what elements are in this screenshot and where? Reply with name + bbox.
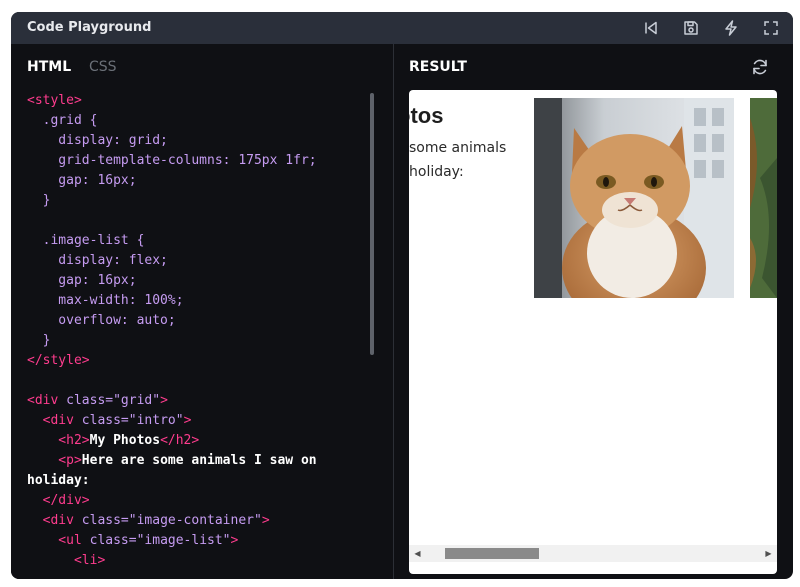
panel-divider[interactable]	[393, 44, 394, 579]
code-line: <div class="intro">	[27, 411, 367, 431]
code-playground-window: Code Playground HTML CSS <style> .grid {…	[11, 12, 793, 579]
code-token: class=	[81, 413, 129, 428]
code-token: class=	[66, 393, 114, 408]
result-preview: otos some animals holiday:	[409, 90, 777, 574]
code-line: }	[27, 191, 367, 211]
code-token: : 175px 1fr;	[222, 153, 317, 168]
code-token: max-width	[27, 293, 129, 308]
tab-html[interactable]: HTML	[27, 59, 71, 75]
code-token: "grid"	[113, 393, 161, 408]
code-token: display	[27, 253, 114, 268]
code-token: class=	[81, 513, 129, 528]
code-token: "image-container"	[128, 513, 262, 528]
code-token: display	[27, 133, 114, 148]
preview-heading: otos	[409, 103, 444, 128]
editor-scrollbar[interactable]	[370, 93, 374, 355]
code-token: <p>	[27, 453, 82, 468]
code-token: >	[183, 413, 192, 428]
code-token: overflow	[27, 313, 121, 328]
code-editor[interactable]: <style> .grid { display: grid; grid-temp…	[27, 91, 367, 571]
code-token: : 16px;	[81, 173, 137, 188]
code-line: .grid {	[27, 111, 367, 131]
scroll-left-icon[interactable]: ◀	[413, 549, 422, 558]
result-title: RESULT	[409, 59, 467, 75]
code-line: <li>	[27, 551, 367, 571]
skip-back-icon[interactable]	[642, 19, 660, 37]
code-token: My Photos	[89, 433, 161, 448]
code-line: </div>	[27, 491, 367, 511]
code-token: <div	[27, 513, 82, 528]
refresh-icon[interactable]	[750, 57, 770, 77]
app-title: Code Playground	[27, 20, 152, 35]
code-token: Here are some animals I saw on	[81, 453, 317, 468]
animal-photo	[750, 98, 777, 298]
code-token: : grid;	[113, 133, 168, 148]
code-line: <ul class="image-list">	[27, 531, 367, 551]
save-icon[interactable]	[682, 19, 700, 37]
code-token: "intro"	[128, 413, 184, 428]
code-token: }	[27, 333, 51, 348]
code-token: >	[160, 393, 168, 408]
code-line: <p>Here are some animals I saw on	[27, 451, 367, 471]
code-token: .grid {	[27, 113, 98, 128]
code-token: holiday:	[27, 473, 90, 488]
code-line: <h2>My Photos</h2>	[27, 431, 367, 451]
code-token: : 100%;	[128, 293, 184, 308]
code-line: <div class="image-container">	[27, 511, 367, 531]
code-token: </h2>	[160, 433, 200, 448]
code-line: overflow: auto;	[27, 311, 367, 331]
cat-photo	[534, 98, 734, 298]
code-line: display: grid;	[27, 131, 367, 151]
code-token: class=	[89, 533, 137, 548]
fullscreen-icon[interactable]	[762, 19, 780, 37]
code-token: <style>	[27, 93, 82, 108]
code-token: : 16px;	[81, 273, 137, 288]
code-token: : flex;	[113, 253, 168, 268]
code-line: max-width: 100%;	[27, 291, 367, 311]
code-token: <h2>	[27, 433, 90, 448]
code-token: </style>	[27, 353, 90, 368]
code-token: "image-list"	[136, 533, 231, 548]
code-line: .image-list {	[27, 231, 367, 251]
code-token: <div	[27, 393, 67, 408]
code-line: gap: 16px;	[27, 171, 367, 191]
titlebar: Code Playground	[11, 12, 793, 44]
code-token: >	[230, 533, 239, 548]
preview-horizontal-scrollbar[interactable]: ◀ ▶	[409, 545, 777, 562]
code-line: gap: 16px;	[27, 271, 367, 291]
code-line: display: flex;	[27, 251, 367, 271]
code-token: .image-list {	[27, 233, 145, 248]
code-line: </style>	[27, 351, 367, 371]
code-token: gap	[27, 173, 82, 188]
code-token: <ul	[27, 533, 90, 548]
code-token: grid-template-columns	[27, 153, 223, 168]
code-token: >	[261, 513, 270, 528]
code-line: }	[27, 331, 367, 351]
code-line: <style>	[27, 91, 367, 111]
tab-css[interactable]: CSS	[89, 59, 117, 75]
code-line: grid-template-columns: 175px 1fr;	[27, 151, 367, 171]
code-token: <li>	[27, 553, 106, 568]
code-token: : auto;	[120, 313, 176, 328]
code-token: gap	[27, 273, 82, 288]
code-line: <div class="grid">	[27, 391, 367, 411]
scroll-right-icon[interactable]: ▶	[764, 549, 773, 558]
preview-paragraph: some animals holiday:	[409, 140, 507, 180]
code-line: holiday:	[27, 471, 367, 491]
lightning-icon[interactable]	[722, 19, 740, 37]
scrollbar-thumb[interactable]	[445, 548, 539, 559]
code-token: <div	[27, 413, 82, 428]
code-token: }	[27, 193, 51, 208]
code-token: </div>	[27, 493, 90, 508]
